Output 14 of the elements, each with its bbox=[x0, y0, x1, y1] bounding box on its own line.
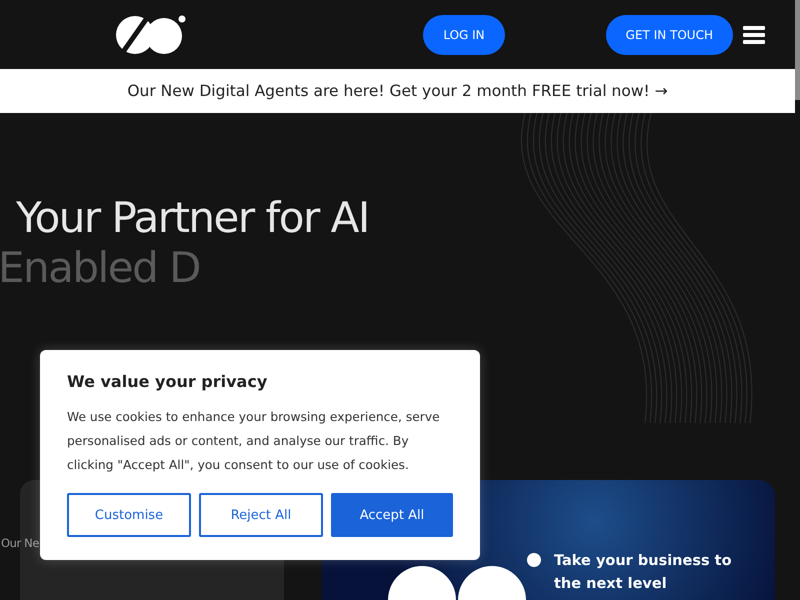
hero-heading: Your Partner for AI bbox=[16, 193, 370, 243]
option-button[interactable]: Customise bbox=[67, 493, 191, 537]
card-text: Our Ne bbox=[1, 536, 40, 550]
login-button[interactable]: LOG IN bbox=[423, 14, 505, 54]
hero-heading: Enabled D bbox=[0, 243, 201, 293]
dialog-title: We value your privacy bbox=[67, 372, 268, 391]
logo-icon[interactable] bbox=[115, 14, 187, 56]
accept-button[interactable]: Accept All bbox=[330, 493, 453, 537]
option-button[interactable]: Reject All bbox=[198, 493, 323, 537]
promo-text: Take your business to the next level bbox=[554, 552, 733, 594]
menu-icon[interactable] bbox=[743, 24, 765, 44]
scrollbar[interactable] bbox=[795, 0, 800, 100]
contact-button[interactable]: GET IN TOUCH bbox=[606, 14, 733, 54]
dialog-text: We use cookies to enhance your browsing experience, serve personalised ads or content, and analyse our traffic. By clicking "Accept All", you consent to our use of cookies. bbox=[67, 409, 441, 474]
